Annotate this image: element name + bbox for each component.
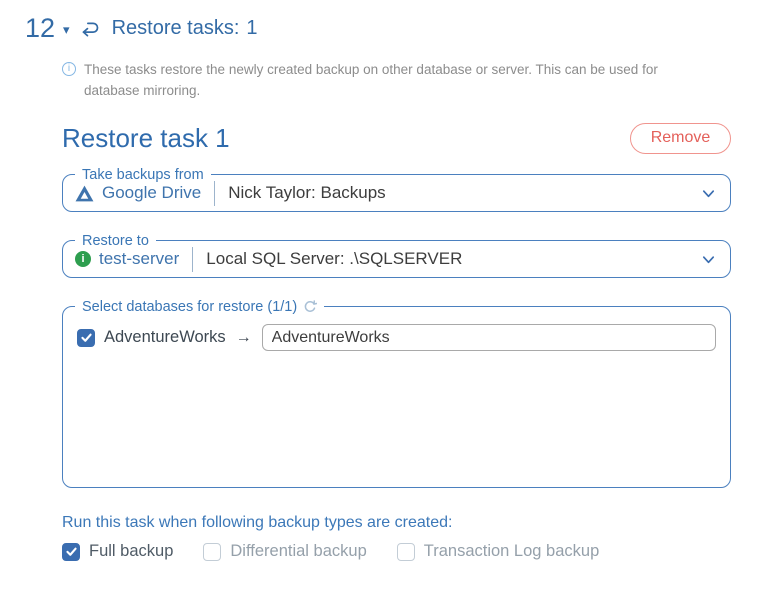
database-name: AdventureWorks <box>104 328 226 346</box>
undo-icon[interactable] <box>80 19 101 40</box>
arrow-right-icon: → <box>235 328 252 346</box>
refresh-icon[interactable] <box>303 300 318 314</box>
transaction-log-backup-checkbox[interactable] <box>396 542 415 561</box>
restore-as-input[interactable] <box>261 324 716 351</box>
full-backup-label: Full backup <box>89 542 174 560</box>
option-full-backup[interactable]: Full backup <box>62 542 173 561</box>
source-legend: Take backups from <box>75 165 211 185</box>
database-checkbox[interactable] <box>77 328 95 347</box>
page-title: Restore tasks: <box>111 16 240 39</box>
google-drive-icon <box>75 185 94 202</box>
databases-panel: Select databases for restore (1/1) Adven… <box>62 297 731 488</box>
source-select[interactable]: Take backups from Google Drive Nick Tayl… <box>62 165 731 212</box>
databases-legend: Select databases for restore (1/1) <box>82 299 298 315</box>
backup-type-options: Full backup Differential backup Transact… <box>62 542 768 561</box>
server-info-icon[interactable]: i <box>75 251 91 267</box>
destination-server-label: test-server <box>99 249 180 268</box>
chevron-down-icon <box>701 252 716 267</box>
task-header: Restore task 1 Remove <box>62 122 731 154</box>
step-header: 12 ▾ Restore tasks: 1 <box>0 0 768 43</box>
info-text: These tasks restore the newly created ba… <box>84 62 658 98</box>
destination-select[interactable]: Restore to i test-server Local SQL Serve… <box>62 231 731 278</box>
differential-backup-checkbox[interactable] <box>203 542 222 561</box>
destination-selected-value: Local SQL Server: .\SQLSERVER <box>206 249 463 268</box>
step-number: 12 <box>25 13 56 43</box>
info-icon: i <box>62 62 76 76</box>
full-backup-checkbox[interactable] <box>62 542 80 561</box>
chevron-down-icon <box>701 186 716 201</box>
chevron-down-icon[interactable]: ▾ <box>63 22 70 38</box>
remove-button[interactable]: Remove <box>630 122 731 154</box>
option-differential-backup[interactable]: Differential backup <box>203 542 367 561</box>
divider <box>214 180 216 206</box>
destination-legend: Restore to <box>75 231 156 251</box>
info-note: i These tasks restore the newly created … <box>62 59 708 101</box>
option-transaction-log-backup[interactable]: Transaction Log backup <box>396 542 600 561</box>
source-provider-label: Google Drive <box>102 183 202 202</box>
source-selected-value: Nick Taylor: Backups <box>228 183 386 202</box>
transaction-log-backup-label: Transaction Log backup <box>423 542 600 560</box>
task-count: 1 <box>246 16 258 39</box>
divider <box>192 246 194 272</box>
task-title: Restore task 1 <box>62 123 230 153</box>
run-when-label: Run this task when following backup type… <box>62 514 453 531</box>
differential-backup-label: Differential backup <box>230 542 367 560</box>
